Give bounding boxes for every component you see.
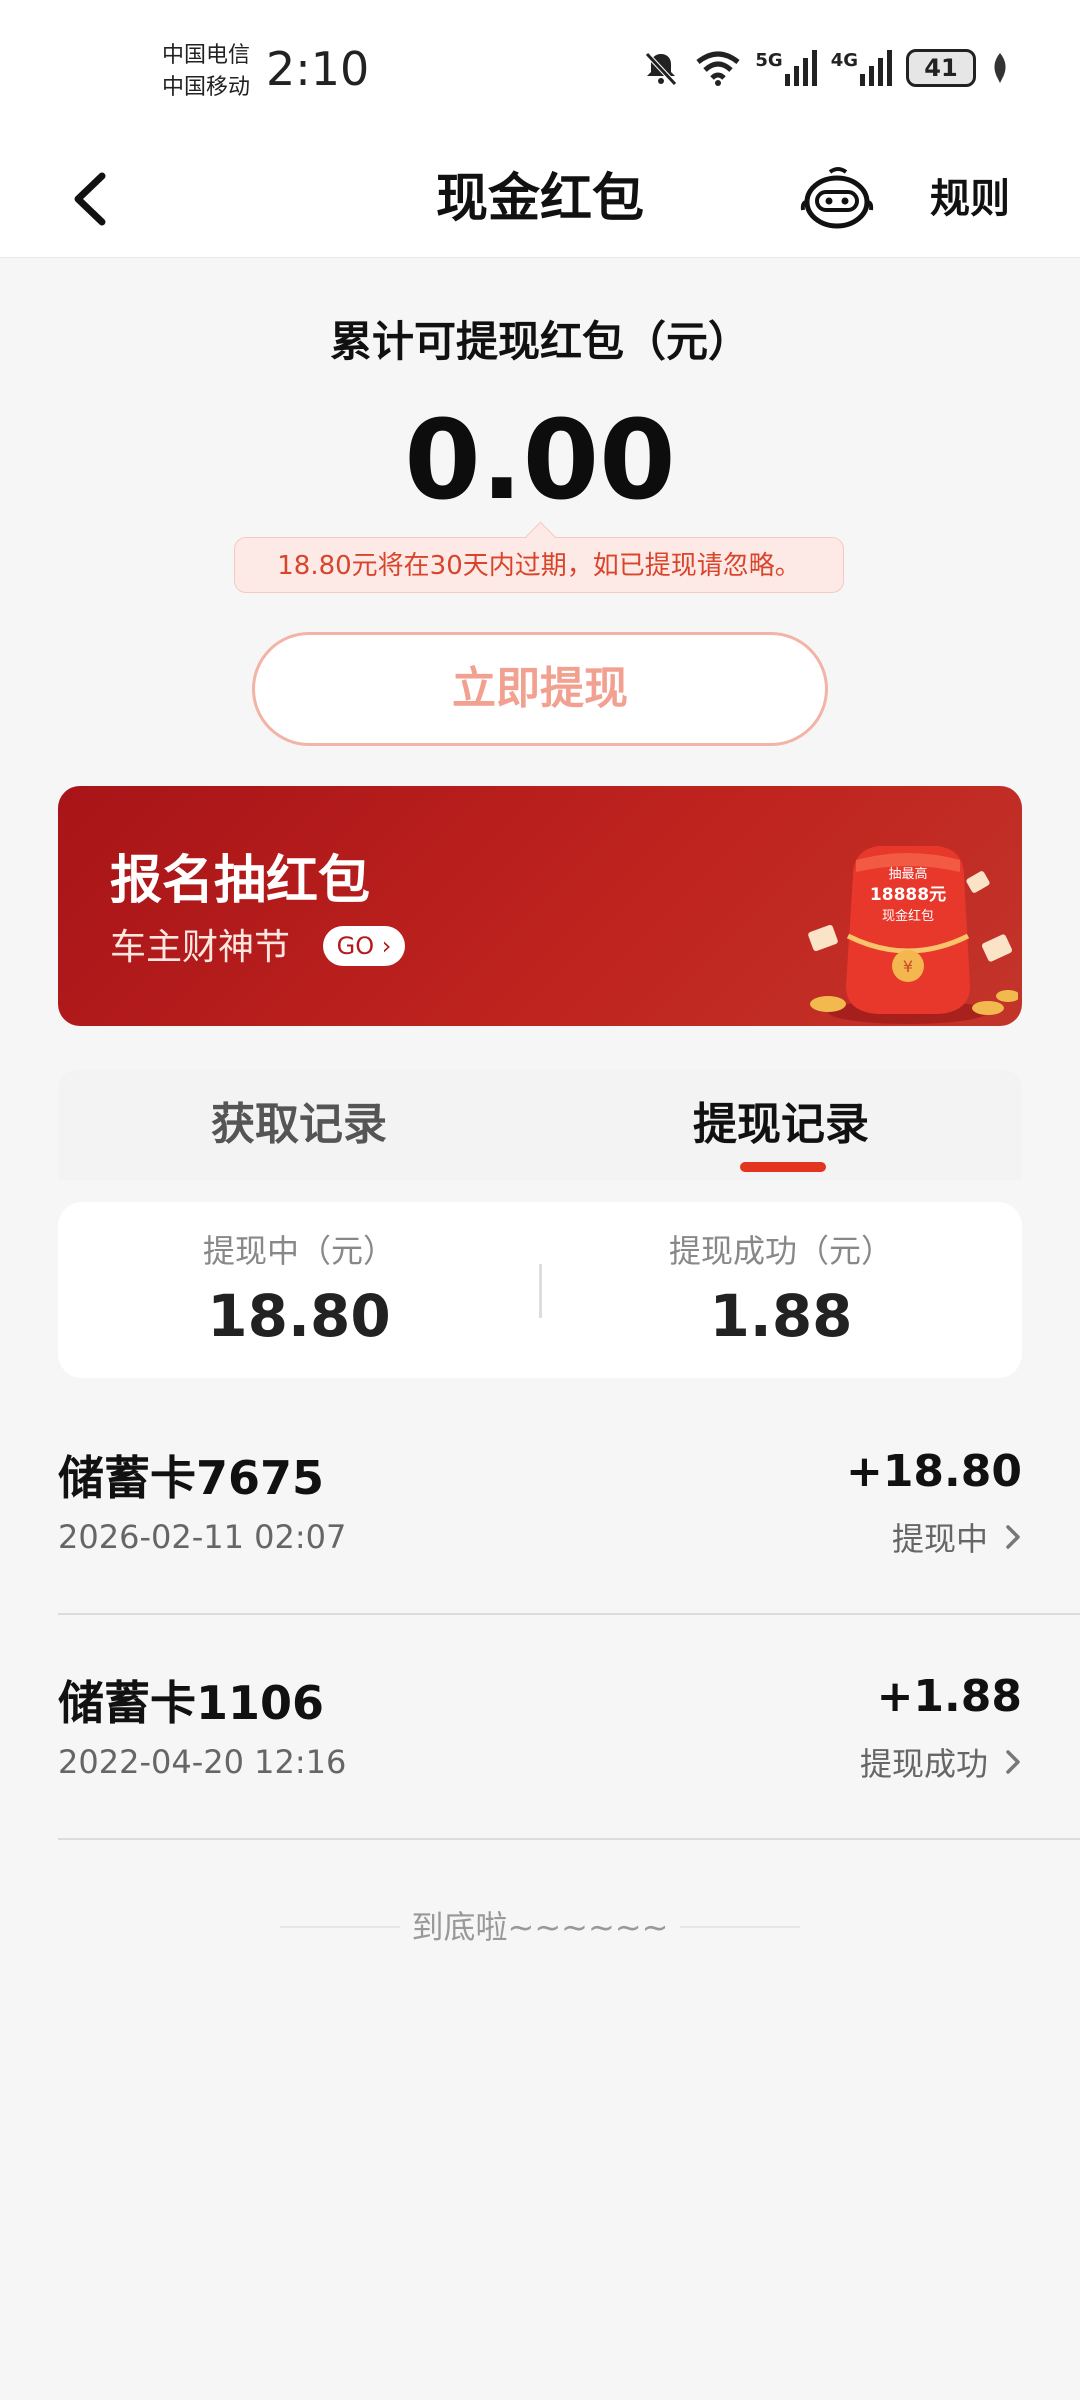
customer-service-button[interactable] [800, 162, 874, 236]
record-status[interactable]: 提现中 [892, 1514, 1022, 1560]
withdraw-now-button[interactable]: 立即提现 [252, 632, 828, 746]
promo-banner[interactable]: 报名抽红包 车主财神节 GO › ¥ 抽最高 18888元 现金红包 [58, 786, 1022, 1026]
back-arrow-icon [74, 172, 106, 226]
withdraw-summary-card: 提现中（元） 18.80 提现成功（元） 1.88 [58, 1202, 1022, 1378]
record-amount: +18.80 [845, 1446, 1022, 1497]
active-tab-indicator [740, 1162, 826, 1172]
expire-notice: 18.80元将在30天内过期，如已提现请忽略。 [234, 537, 844, 593]
record-status[interactable]: 提现成功 [860, 1739, 1022, 1785]
balance-label: 累计可提现红包（元） [329, 317, 750, 366]
success-label: 提现成功（元） [668, 1232, 893, 1270]
rules-link[interactable]: 规则 [930, 140, 1010, 258]
leaf-icon [994, 53, 1006, 83]
signal-5g: 5G [755, 50, 817, 86]
back-button[interactable] [62, 162, 122, 236]
end-of-list-text: 到底啦~~~~~~ [411, 1908, 669, 1946]
status-time: 2:10 [266, 42, 370, 96]
go-label: GO [336, 932, 375, 960]
status-icons: 5G 4G 41 [641, 48, 1010, 88]
promo-title: 报名抽红包 [110, 851, 371, 911]
chevron-right-icon [1006, 1525, 1020, 1549]
svg-text:¥: ¥ [903, 957, 913, 976]
carrier-1: 中国电信 [162, 43, 251, 68]
go-badge[interactable]: GO › [323, 926, 405, 966]
nav-bar: 现金红包 规则 [0, 140, 1080, 258]
tab-obtain-records[interactable]: 获取记录 [58, 1070, 540, 1180]
record-amount: +1.88 [876, 1671, 1022, 1722]
pending-label: 提现中（元） [202, 1232, 395, 1270]
record-card-name: 储蓄卡7675 [58, 1451, 325, 1505]
net-5g-label: 5G [755, 50, 783, 71]
withdraw-record[interactable]: 储蓄卡1106 2022-04-20 12:16 +1.88 提现成功 [58, 1615, 1080, 1840]
carrier-names: 中国电信 中国移动 [162, 40, 250, 104]
withdraw-record[interactable]: 储蓄卡7675 2026-02-11 02:07 +18.80 提现中 [58, 1390, 1080, 1615]
promo-subtitle: 车主财神节 [110, 927, 291, 968]
signal-4g: 4G [831, 50, 892, 86]
signal-icon [784, 50, 817, 86]
carrier-2: 中国移动 [162, 75, 251, 100]
bell-off-icon [645, 52, 678, 86]
status-bar: 中国电信 中国移动 2:10 5G 4G 41 [0, 0, 1080, 140]
pending-summary: 提现中（元） 18.80 [58, 1202, 540, 1378]
battery-icon: 41 [906, 49, 976, 87]
record-card-name: 储蓄卡1106 [58, 1676, 325, 1730]
chevron-right-icon [1006, 1750, 1020, 1774]
record-tabs: 获取记录 提现记录 [58, 1070, 1022, 1180]
record-status-label: 提现中 [891, 1520, 988, 1558]
footer-divider-right [680, 1926, 800, 1928]
success-value: 1.88 [709, 1282, 853, 1350]
red-envelope-jar-illustration: ¥ 抽最高 18888元 现金红包 [808, 846, 1018, 1024]
record-date: 2022-04-20 12:16 [58, 1743, 347, 1781]
record-date: 2026-02-11 02:07 [58, 1518, 347, 1556]
record-status-label: 提现成功 [859, 1745, 988, 1783]
robot-mascot-icon [800, 167, 874, 229]
end-of-list-footer: 到底啦~~~~~~ [0, 1902, 1080, 1952]
wifi-icon [696, 51, 740, 86]
page-title: 现金红包 [435, 169, 644, 229]
success-summary: 提现成功（元） 1.88 [540, 1202, 1022, 1378]
pending-value: 18.80 [207, 1282, 391, 1350]
art-line-3: 现金红包 [882, 908, 934, 924]
signal-icon [860, 50, 892, 86]
balance-amount: 0.00 [404, 396, 676, 524]
art-line-2: 18888元 [870, 885, 946, 905]
net-4g-label: 4G [830, 50, 858, 71]
art-line-1: 抽最高 [888, 866, 927, 882]
